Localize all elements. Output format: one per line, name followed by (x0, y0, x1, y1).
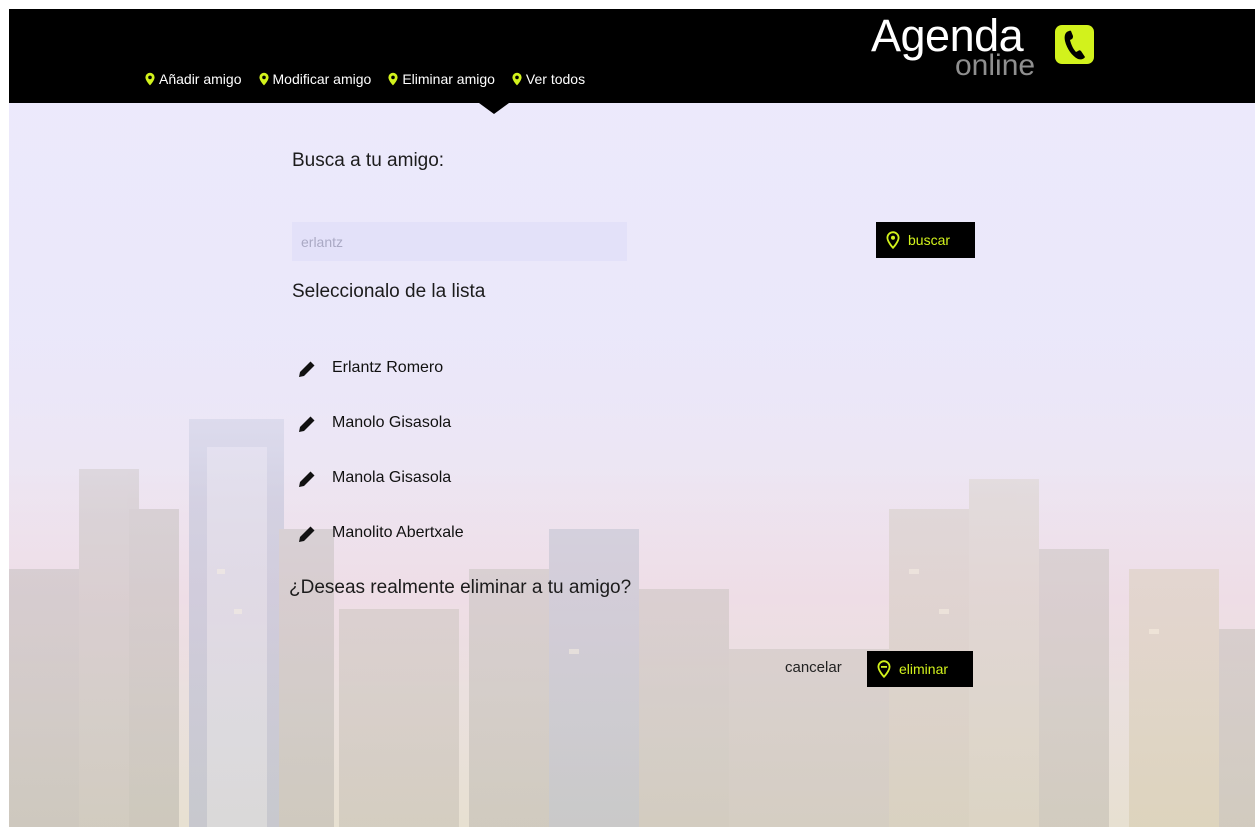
list-item[interactable]: Manolo Gisasola (297, 396, 464, 451)
map-pin-icon (877, 660, 891, 678)
nav-item-label: Modificar amigo (272, 71, 372, 87)
map-pin-icon (512, 72, 522, 86)
map-pin-icon (388, 72, 398, 86)
friend-name: Manolito Abertxale (332, 524, 464, 541)
search-button-label: buscar (908, 232, 951, 248)
nav-item-anadir-amigo[interactable]: Añadir amigo (144, 71, 242, 87)
friend-name: Erlantz Romero (332, 359, 444, 376)
nav-item-label: Eliminar amigo (402, 71, 495, 87)
map-pin-icon (145, 72, 155, 86)
nav-item-eliminar-amigo[interactable]: Eliminar amigo (387, 71, 495, 87)
nav-item-modificar-amigo[interactable]: Modificar amigo (258, 71, 372, 87)
friend-name: Manolo Gisasola (332, 414, 452, 431)
logo-badge (1055, 25, 1094, 64)
phone-icon (1064, 30, 1085, 59)
delete-button-label: eliminar (899, 661, 949, 677)
search-button[interactable]: buscar (876, 222, 975, 258)
list-item[interactable]: Erlantz Romero (297, 341, 464, 396)
main-nav: Añadir amigo Modificar amigo Eliminar am… (144, 71, 585, 87)
map-pin-icon (258, 72, 269, 86)
pencil-icon (299, 471, 315, 487)
background-overlay (9, 9, 1255, 827)
search-title: Busca a tu amigo: (292, 150, 445, 171)
friend-list: Erlantz Romero Manolo Gisasola Manola Gi… (297, 341, 464, 561)
list-item[interactable]: Manolito Abertxale (297, 506, 464, 561)
pencil-icon (299, 361, 315, 377)
pencil-icon (299, 526, 315, 542)
app-frame: Añadir amigo Modificar amigo Eliminar am… (9, 9, 1255, 827)
active-nav-pointer (479, 103, 509, 114)
confirm-question: ¿Deseas realmente eliminar a tu amigo? (289, 577, 632, 598)
nav-item-label: Añadir amigo (159, 71, 242, 87)
list-item[interactable]: Manola Gisasola (297, 451, 464, 506)
pencil-icon (299, 416, 315, 432)
search-input[interactable] (292, 222, 627, 261)
logo-subtitle: online (955, 49, 1036, 82)
header-bar: Añadir amigo Modificar amigo Eliminar am… (9, 9, 1255, 103)
nav-item-label: Ver todos (525, 71, 586, 87)
list-title: Seleccionalo de la lista (292, 281, 486, 302)
delete-button[interactable]: eliminar (867, 651, 973, 687)
map-pin-icon (886, 231, 900, 249)
cancel-link[interactable]: cancelar (785, 659, 842, 676)
logo[interactable]: Agenda online (871, 13, 1111, 95)
nav-item-ver-todos[interactable]: Ver todos (511, 71, 585, 87)
friend-name: Manola Gisasola (332, 469, 452, 486)
